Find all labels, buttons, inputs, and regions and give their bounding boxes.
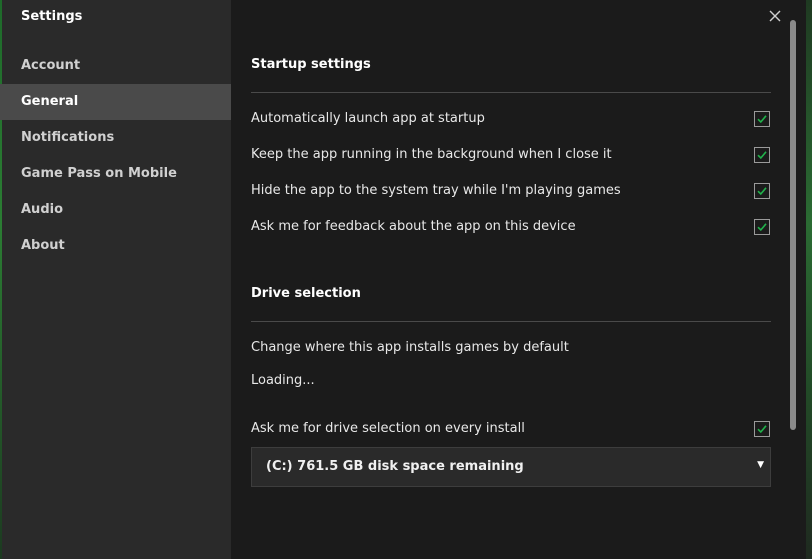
auto-launch-checkbox[interactable] [754,111,770,127]
ask-drive-selection-checkbox[interactable] [754,421,770,437]
sidebar-item-game-pass-on-mobile[interactable]: Game Pass on Mobile [0,156,231,192]
sidebar-item-about[interactable]: About [0,228,231,264]
sidebar-item-notifications[interactable]: Notifications [0,120,231,156]
sidebar-item-account[interactable]: Account [0,48,231,84]
checkmark-icon [757,115,767,124]
settings-window: Settings Account General Notifications G… [0,0,812,559]
loading-text: Loading... [251,373,315,388]
sidebar-item-audio[interactable]: Audio [0,192,231,228]
drive-divider [251,321,771,322]
hide-to-tray-checkbox[interactable] [754,183,770,199]
drive-select-value: (C:) 761.5 GB disk space remaining [266,459,524,474]
checkmark-icon [757,187,767,196]
chevron-down-icon: ▼ [757,460,764,470]
ask-feedback-label: Ask me for feedback about the app on thi… [251,219,576,234]
change-install-location-label: Change where this app installs games by … [251,340,569,355]
auto-launch-label: Automatically launch app at startup [251,111,485,126]
close-button[interactable] [766,7,784,25]
sidebar-title: Settings [21,9,83,24]
checkmark-icon [757,223,767,232]
scrollbar-thumb[interactable] [790,20,796,430]
startup-divider [251,92,771,93]
checkmark-icon [757,151,767,160]
right-accent-edge [806,0,812,559]
startup-settings-heading: Startup settings [251,57,371,72]
checkmark-icon [757,425,767,434]
sidebar-nav: Account General Notifications Game Pass … [0,48,231,264]
ask-drive-selection-label: Ask me for drive selection on every inst… [251,421,525,436]
sidebar: Settings Account General Notifications G… [0,0,231,559]
sidebar-item-general[interactable]: General [0,84,231,120]
hide-to-tray-label: Hide the app to the system tray while I'… [251,183,621,198]
keep-running-label: Keep the app running in the background w… [251,147,612,162]
close-icon [769,10,781,22]
main-panel: Startup settings Automatically launch ap… [231,0,790,559]
drive-selection-heading: Drive selection [251,286,361,301]
ask-feedback-checkbox[interactable] [754,219,770,235]
keep-running-checkbox[interactable] [754,147,770,163]
drive-select-dropdown[interactable]: (C:) 761.5 GB disk space remaining ▼ [251,447,771,487]
